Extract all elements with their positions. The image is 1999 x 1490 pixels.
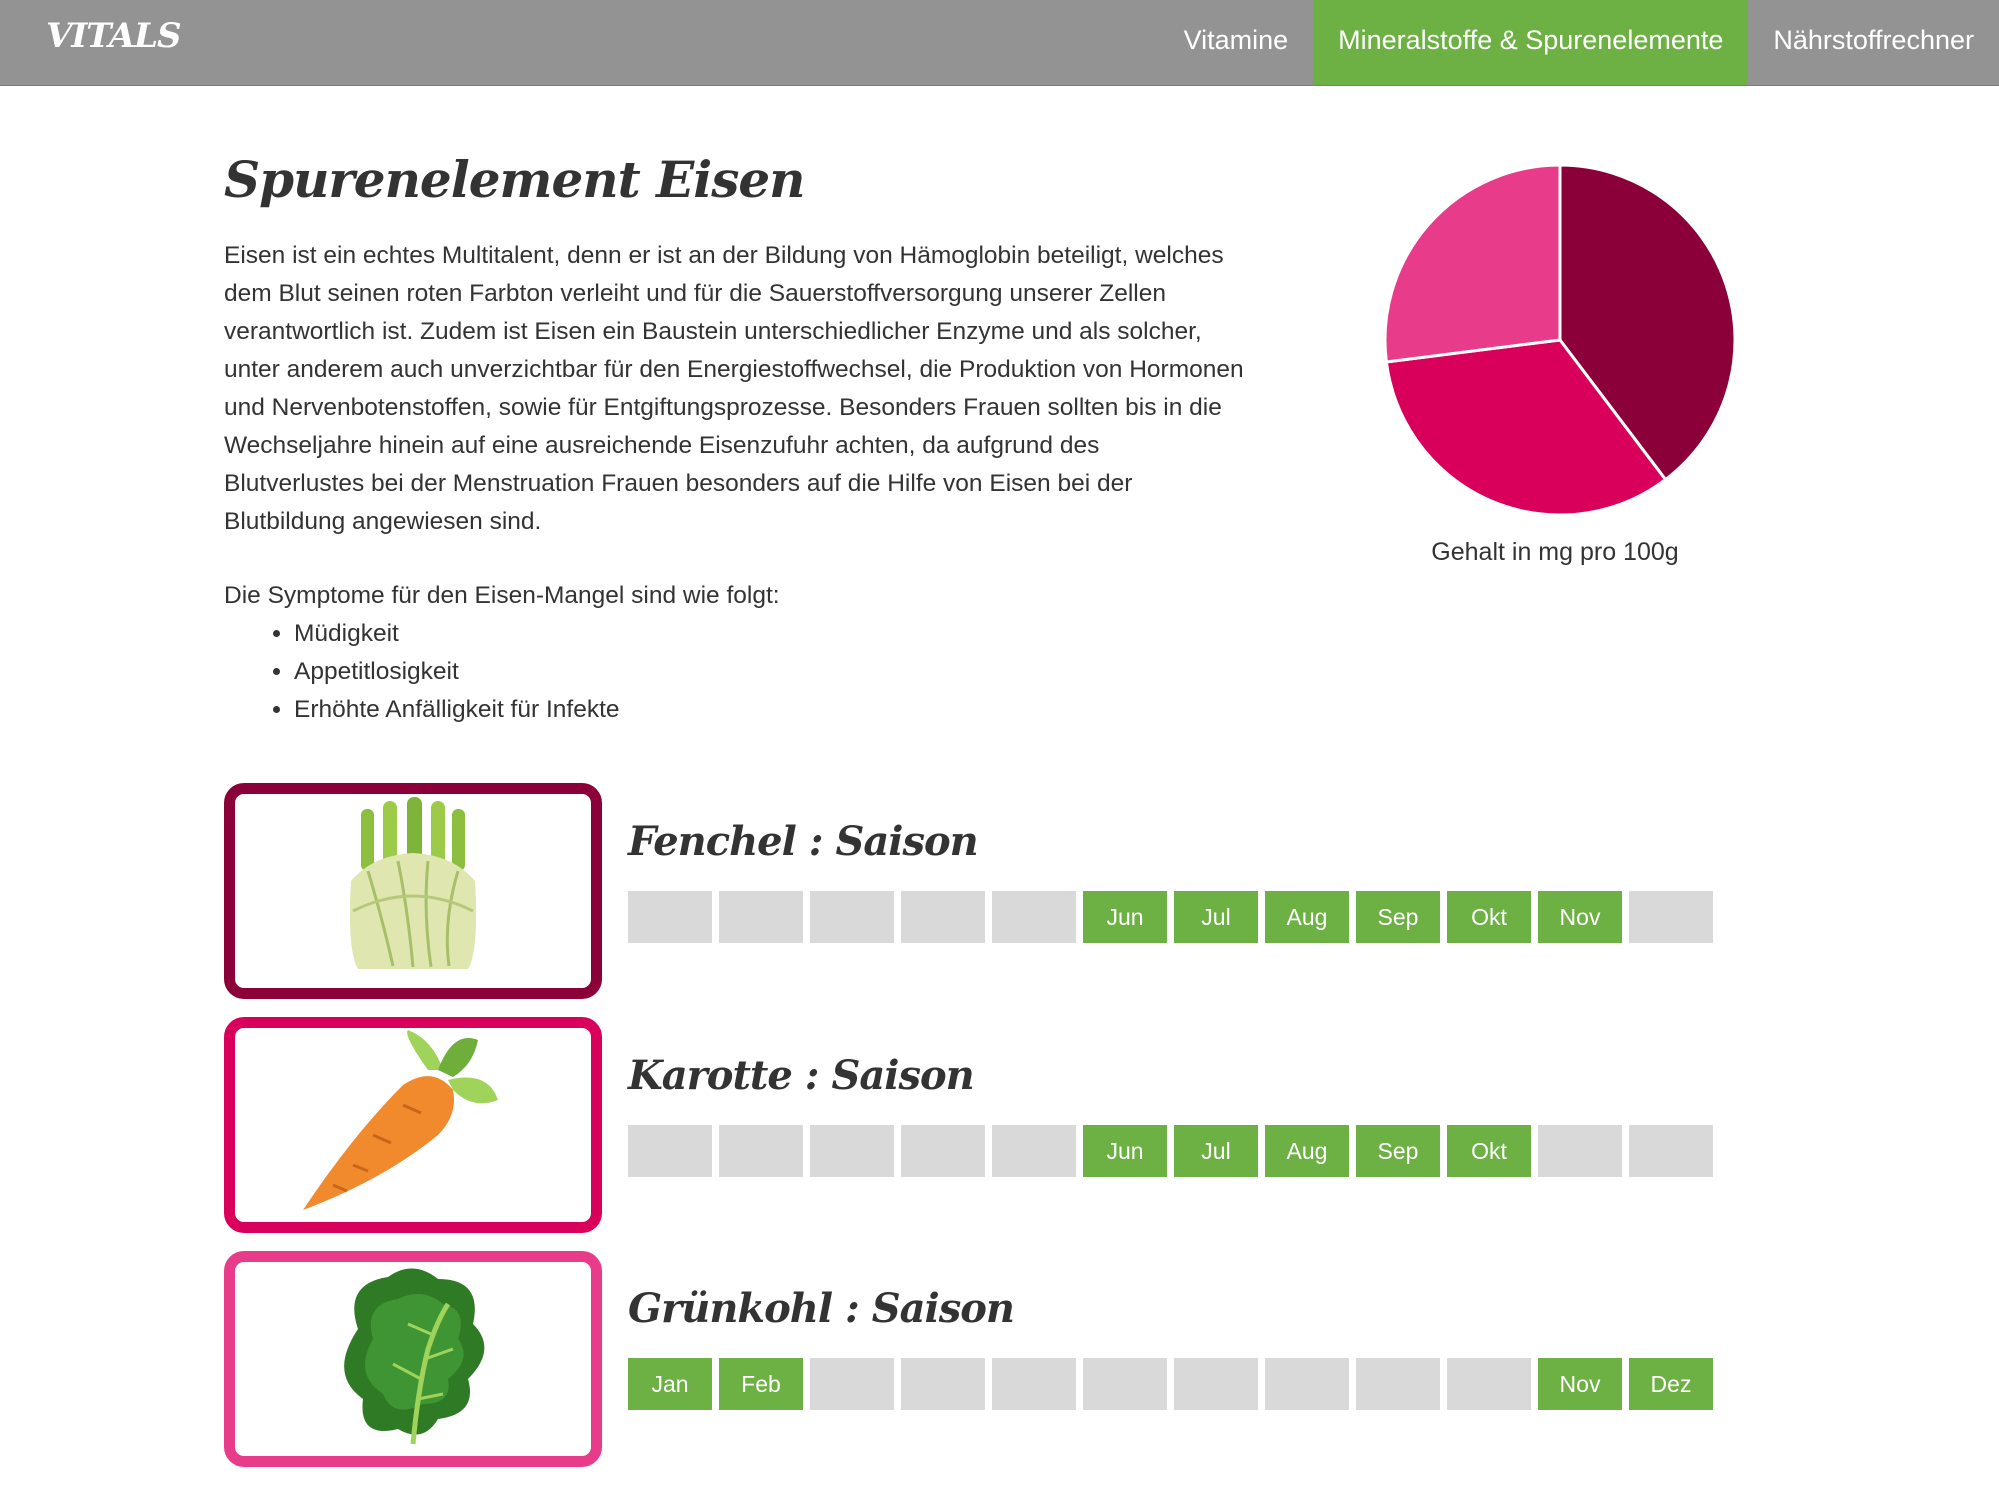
season-calendar-gruenkohl: Jan Feb Nov Dez xyxy=(628,1358,1713,1410)
month-cell xyxy=(992,1358,1076,1410)
pie-slice xyxy=(1383,163,1562,364)
month-cell: Aug xyxy=(1265,1125,1349,1177)
pie-svg xyxy=(1383,163,1737,517)
month-cell xyxy=(628,1125,712,1177)
month-cell: Nov xyxy=(1538,891,1622,943)
month-cell xyxy=(901,1358,985,1410)
symptoms-intro: Die Symptome für den Eisen-Mangel sind w… xyxy=(224,582,780,609)
top-navbar: VITALS Vitamine Mineralstoffe & Spurenel… xyxy=(0,0,1999,86)
month-cell xyxy=(1265,1358,1349,1410)
symptom-list: Müdigkeit Appetitlosigkeit Erhöhte Anfäl… xyxy=(224,615,620,729)
month-cell: Okt xyxy=(1447,1125,1531,1177)
month-cell xyxy=(719,891,803,943)
symptom-item: Erhöhte Anfälligkeit für Infekte xyxy=(294,691,620,729)
month-cell xyxy=(1538,1125,1622,1177)
month-cell xyxy=(992,891,1076,943)
month-cell xyxy=(1447,1358,1531,1410)
intro-text: Eisen ist ein echtes Multitalent, denn e… xyxy=(224,242,1244,535)
month-cell xyxy=(810,1125,894,1177)
month-cell xyxy=(1356,1358,1440,1410)
month-cell: Jan xyxy=(628,1358,712,1410)
food-card-fenchel[interactable] xyxy=(224,783,602,999)
month-cell: Jun xyxy=(1083,1125,1167,1177)
pie-caption: Gehalt in mg pro 100g xyxy=(1431,538,1679,566)
month-cell: Sep xyxy=(1356,1125,1440,1177)
iron-pie-chart xyxy=(1380,160,1740,520)
month-cell: Jun xyxy=(1083,891,1167,943)
month-cell: Feb xyxy=(719,1358,803,1410)
food-title-karotte: Karotte : Saison xyxy=(628,1052,975,1099)
fennel-icon xyxy=(349,797,477,969)
month-cell: Sep xyxy=(1356,891,1440,943)
month-cell xyxy=(1083,1358,1167,1410)
month-cell: Aug xyxy=(1265,891,1349,943)
month-cell xyxy=(992,1125,1076,1177)
season-calendar-karotte: Jun Jul Aug Sep Okt xyxy=(628,1125,1713,1177)
month-cell: Jul xyxy=(1174,891,1258,943)
food-card-karotte[interactable] xyxy=(224,1017,602,1233)
symptom-item: Müdigkeit xyxy=(294,615,620,653)
month-cell xyxy=(719,1125,803,1177)
month-cell: Dez xyxy=(1629,1358,1713,1410)
food-card-gruenkohl[interactable] xyxy=(224,1251,602,1467)
month-cell xyxy=(901,1125,985,1177)
month-cell: Jul xyxy=(1174,1125,1258,1177)
month-cell xyxy=(1629,891,1713,943)
month-cell xyxy=(1174,1358,1258,1410)
month-cell xyxy=(628,891,712,943)
page-title: Spurenelement Eisen xyxy=(224,150,806,209)
symptom-item: Appetitlosigkeit xyxy=(294,653,620,691)
carrot-icon xyxy=(303,1030,498,1210)
month-cell xyxy=(901,891,985,943)
nav-item-naehrstoffrechner[interactable]: Nährstoffrechner xyxy=(1748,0,1999,85)
month-cell: Nov xyxy=(1538,1358,1622,1410)
kale-icon xyxy=(344,1268,485,1445)
nav-item-vitamine[interactable]: Vitamine xyxy=(1159,0,1314,85)
food-title-fenchel: Fenchel : Saison xyxy=(628,818,979,865)
month-cell xyxy=(1629,1125,1713,1177)
food-title-gruenkohl: Grünkohl : Saison xyxy=(628,1285,1015,1332)
month-cell xyxy=(810,891,894,943)
brand-logo[interactable]: VITALS xyxy=(46,16,182,56)
main-nav: Vitamine Mineralstoffe & Spurenelemente … xyxy=(1159,0,1999,85)
month-cell: Okt xyxy=(1447,891,1531,943)
season-calendar-fenchel: Jun Jul Aug Sep Okt Nov xyxy=(628,891,1713,943)
month-cell xyxy=(810,1358,894,1410)
nav-item-mineralstoffe[interactable]: Mineralstoffe & Spurenelemente xyxy=(1313,0,1749,85)
